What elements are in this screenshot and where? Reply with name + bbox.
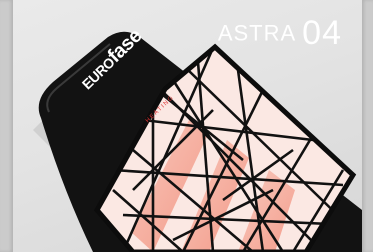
product-name: ASTRA <box>217 20 297 46</box>
product-photo: EUROfase HEATING ASTRA 04 <box>13 0 362 252</box>
right-edge-panel <box>362 0 373 252</box>
product-caption: ASTRA 04 <box>218 14 342 53</box>
left-edge-panel <box>0 0 13 252</box>
product-number: 04 <box>302 14 342 52</box>
